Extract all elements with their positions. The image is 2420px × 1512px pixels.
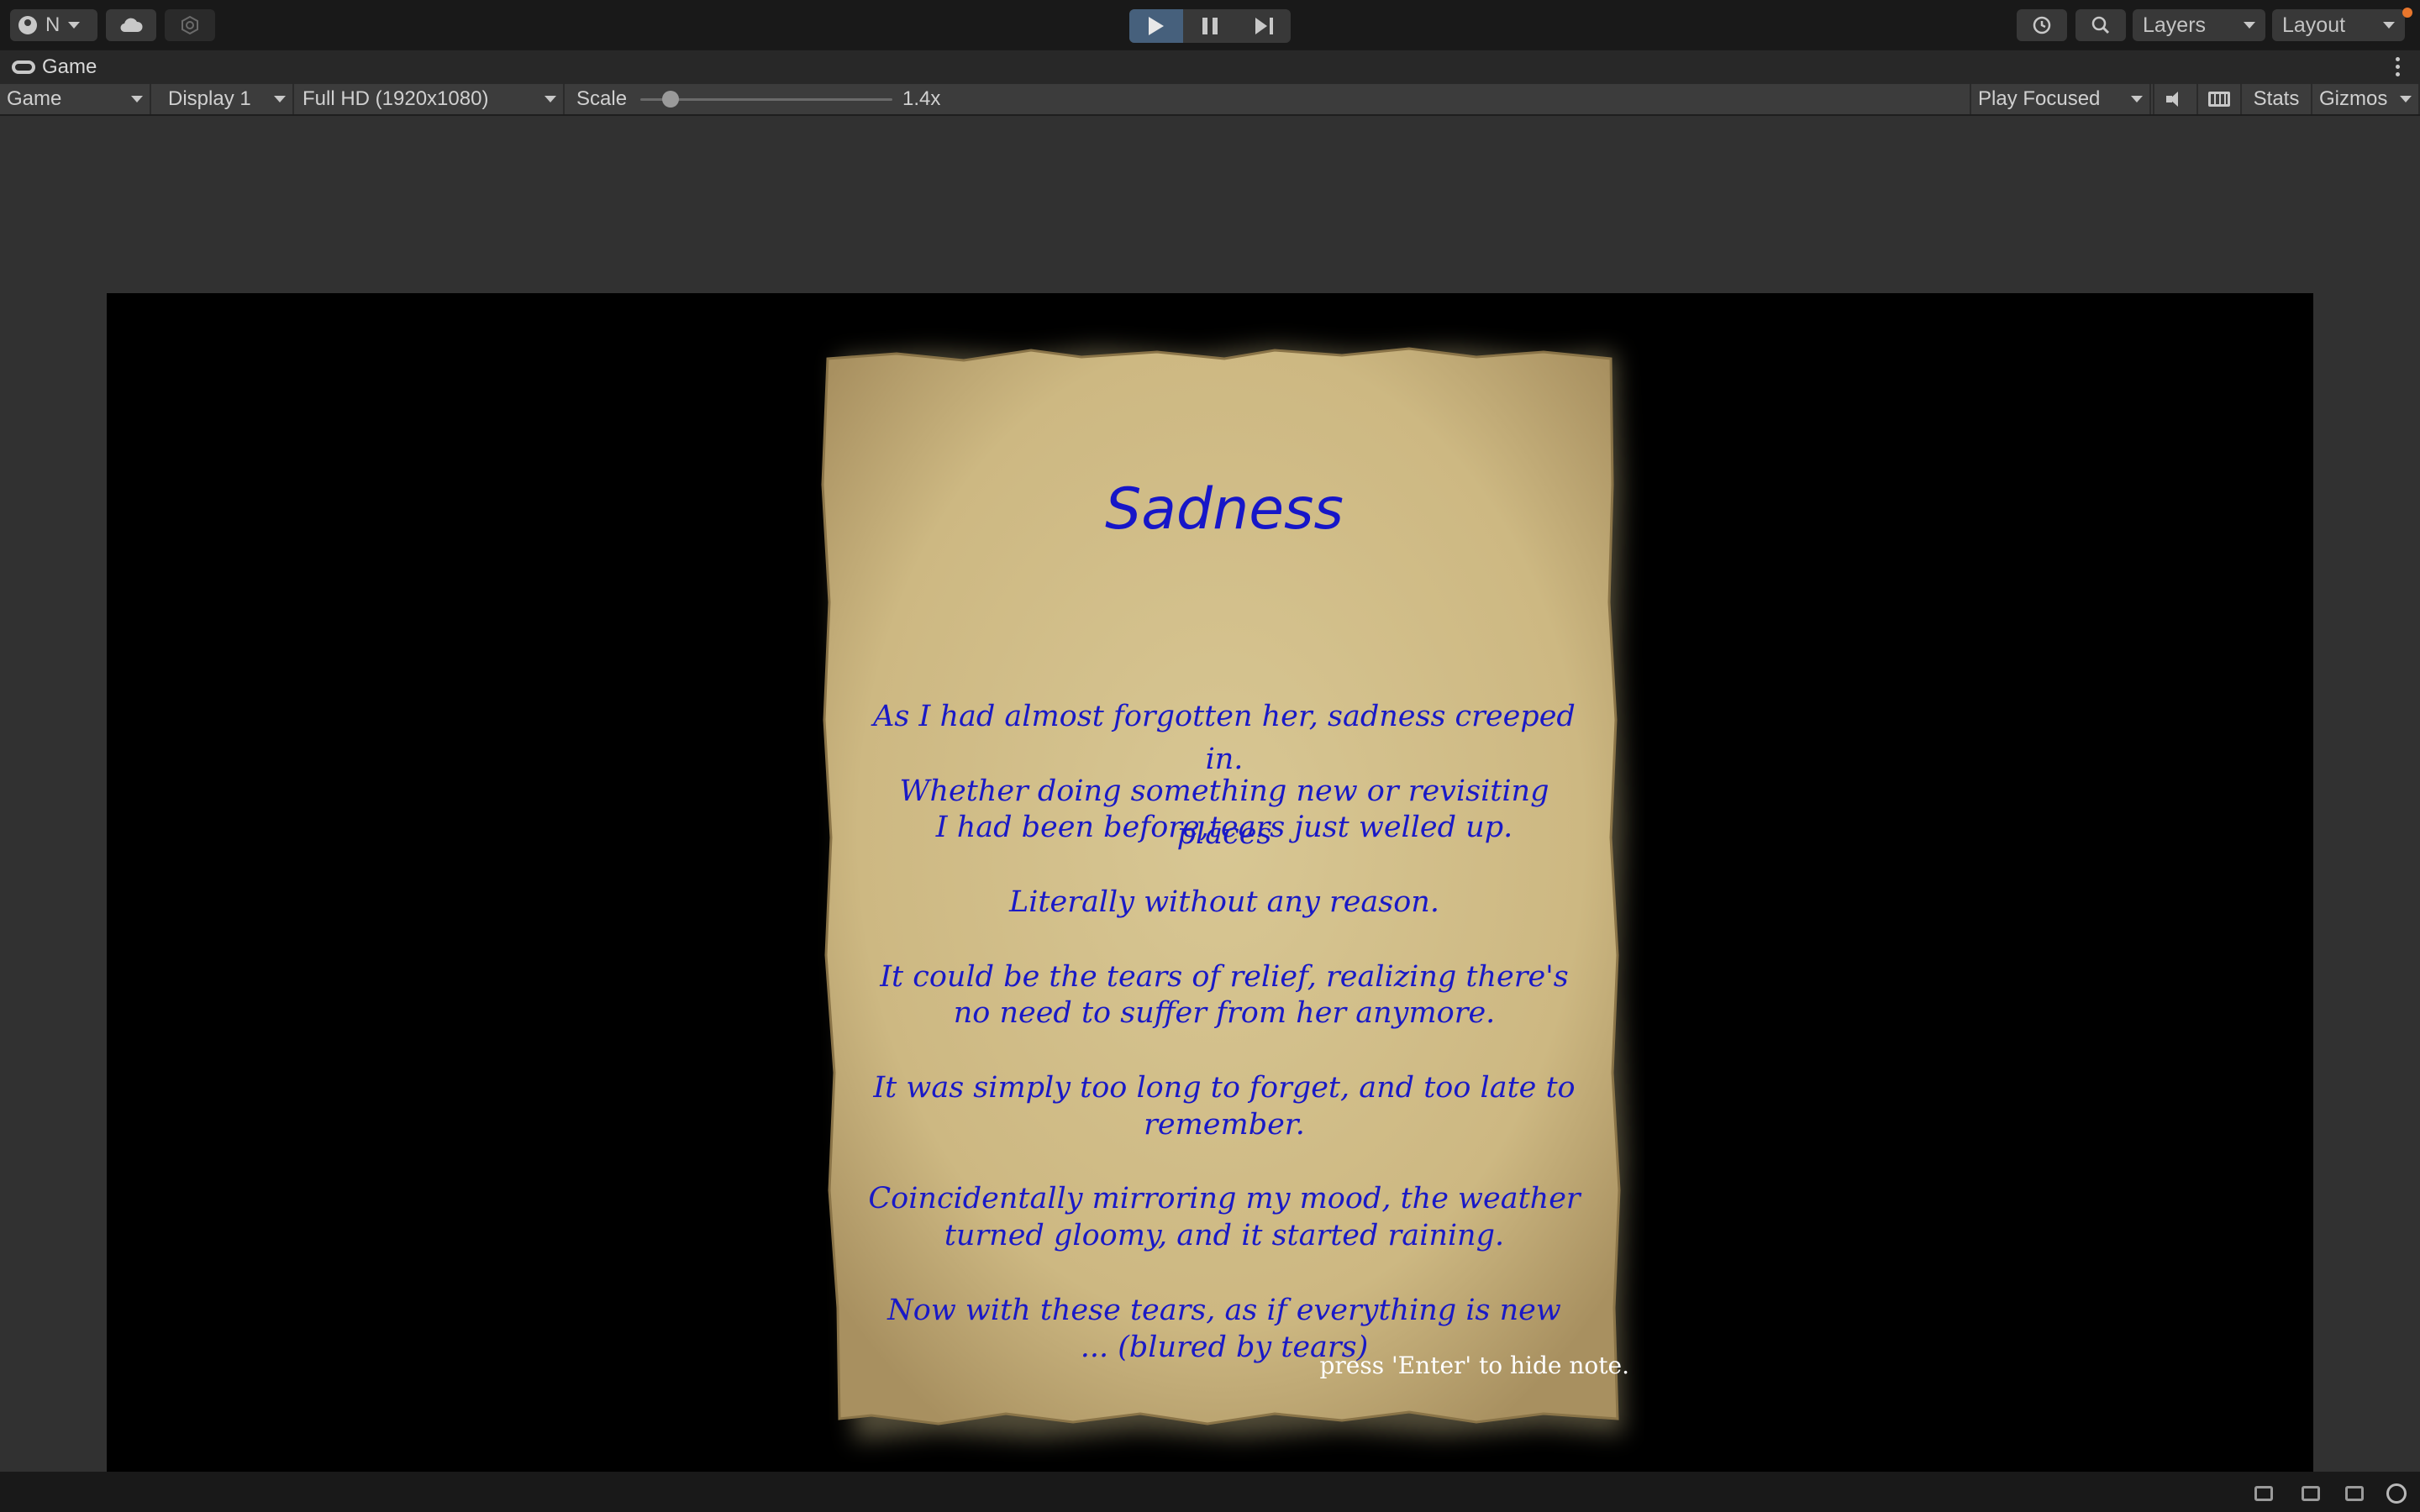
scale-label: Scale (576, 87, 628, 110)
notification-dot (2402, 8, 2412, 18)
chevron-down-icon (274, 96, 286, 102)
display-label: Display 1 (168, 87, 251, 110)
cloud-icon (120, 18, 143, 33)
cache-server-icon[interactable] (2299, 1482, 2323, 1505)
chevron-down-icon (68, 22, 81, 29)
play-button[interactable] (1129, 9, 1183, 43)
pause-button[interactable] (1183, 9, 1237, 43)
account-initial: N (45, 13, 60, 36)
game-view-toolbar: Game Display 1 Full HD (1920x1080) Scale… (0, 84, 2420, 116)
gamepad-icon (12, 60, 35, 74)
speaker-icon (2166, 92, 2185, 107)
stats-button[interactable]: Stats (2240, 84, 2311, 114)
note-line: I had been before,tears just welled up. (935, 811, 1513, 845)
pause-icon (1202, 18, 1218, 34)
chevron-down-icon (2244, 22, 2255, 29)
layers-label: Layers (2143, 13, 2207, 37)
layout-dropdown[interactable]: Layout (2272, 9, 2405, 41)
check-icon[interactable] (2385, 1482, 2408, 1505)
resolution-label: Full HD (1920x1080) (302, 87, 489, 110)
debug-icon[interactable] (2252, 1482, 2275, 1505)
play-mode-label: Play Focused (1978, 87, 2101, 110)
note-line: turned gloomy, and it started raining. (944, 1219, 1505, 1253)
note-line: no need to suffer from her anymore. (953, 996, 1496, 1031)
main-toolbar: N Layers Layout (0, 0, 2420, 49)
step-button[interactable] (1237, 9, 1291, 43)
step-icon (1255, 18, 1273, 34)
layers-dropdown[interactable]: Layers (2133, 9, 2265, 41)
parchment-note: Sadness As I had almost forgotten her, s… (804, 317, 1644, 1476)
note-content: Sadness As I had almost forgotten her, s… (804, 317, 1644, 1476)
note-title: Sadness (1105, 476, 1344, 543)
display-dropdown[interactable]: Display 1 (160, 84, 294, 114)
layout-label: Layout (2282, 13, 2346, 37)
account-dropdown[interactable]: N (10, 9, 97, 41)
tab-game-label: Game (42, 55, 97, 78)
hide-note-hint: press 'Enter' to hide note. (1319, 1352, 1630, 1379)
mute-audio-button[interactable] (2153, 84, 2196, 114)
game-view-area: Sadness As I had almost forgotten her, s… (0, 116, 2420, 1512)
collab-button[interactable] (165, 9, 215, 41)
note-line: Literally without any reason. (1009, 885, 1439, 919)
status-bar (0, 1472, 2420, 1512)
more-options-icon[interactable] (2396, 57, 2400, 76)
scale-value: 1.4x (902, 87, 941, 110)
chevron-down-icon (2383, 22, 2395, 29)
chevron-down-icon (131, 96, 143, 102)
tab-bar: Game (0, 49, 2420, 84)
search-button[interactable] (2075, 9, 2126, 41)
play-icon (1149, 17, 1164, 35)
view-mode-dropdown[interactable]: Game (0, 84, 151, 114)
scale-slider-handle[interactable] (662, 91, 679, 108)
note-line: As I had almost forgotten her, sadness c… (873, 699, 1576, 776)
chevron-down-icon (2131, 96, 2143, 102)
playback-controls (1129, 9, 1291, 43)
gizmos-dropdown[interactable]: Gizmos (2311, 84, 2420, 114)
resolution-dropdown[interactable]: Full HD (1920x1080) (296, 84, 565, 114)
history-button[interactable] (2017, 9, 2067, 41)
cloud-button[interactable] (106, 9, 156, 41)
account-icon (18, 16, 37, 34)
game-viewport[interactable]: Sadness As I had almost forgotten her, s… (107, 293, 2313, 1512)
history-icon (2033, 16, 2051, 34)
chevron-down-icon (2400, 96, 2412, 102)
view-mode-label: Game (7, 87, 62, 110)
note-line: remember. (1144, 1107, 1305, 1142)
gizmos-label: Gizmos (2319, 87, 2388, 110)
shortcuts-button[interactable] (2196, 84, 2240, 114)
auto-generate-lighting-icon[interactable] (2343, 1482, 2366, 1505)
chevron-down-icon (544, 96, 556, 102)
play-mode-dropdown[interactable]: Play Focused (1970, 84, 2151, 114)
search-icon (2091, 16, 2110, 34)
tab-game[interactable]: Game (12, 55, 97, 79)
keyboard-icon (2208, 92, 2230, 107)
collab-icon (182, 15, 198, 35)
